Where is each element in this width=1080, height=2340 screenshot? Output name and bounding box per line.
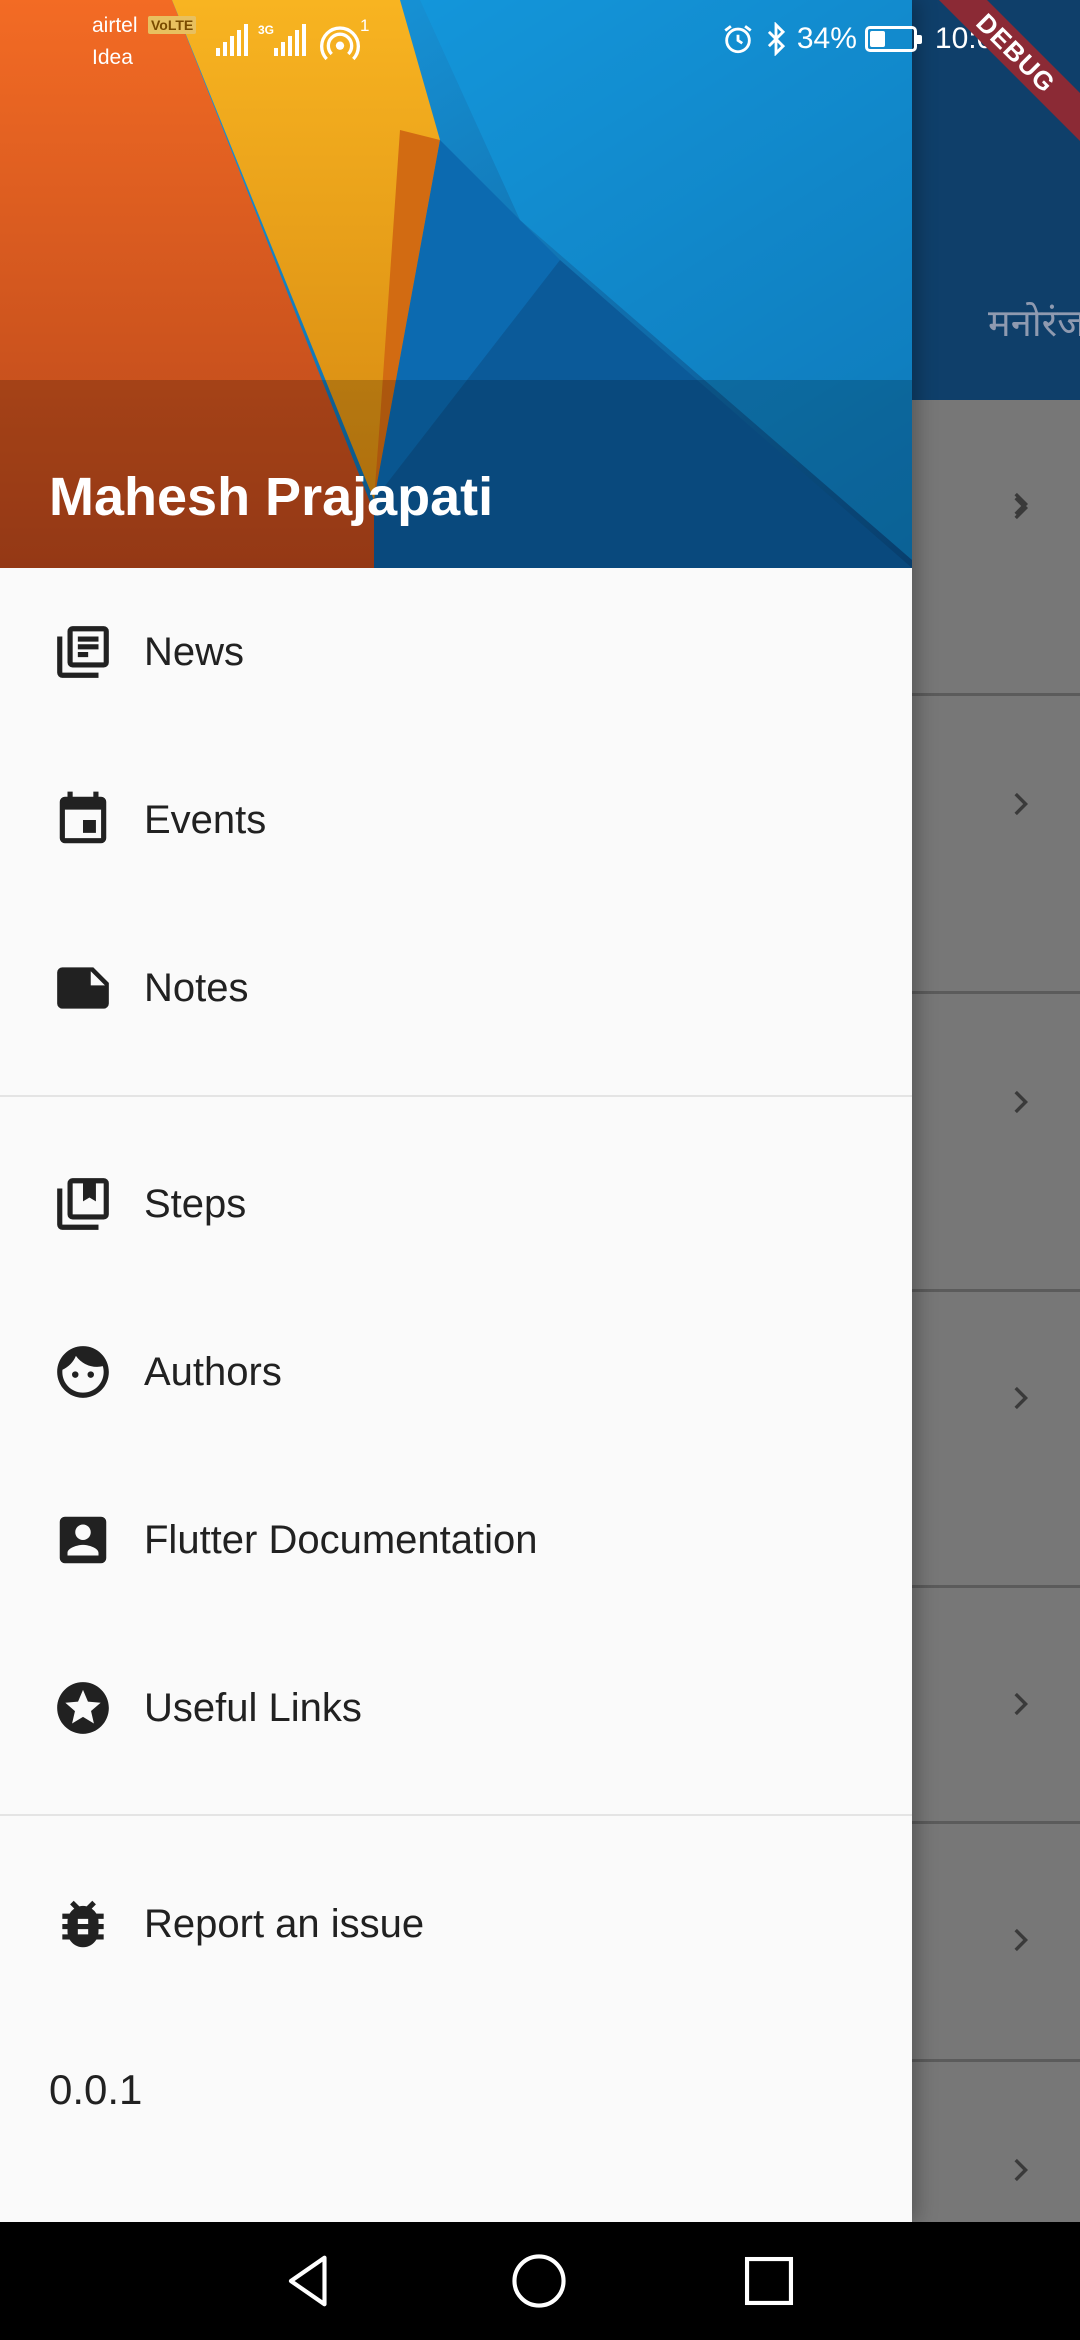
alarm-icon: [724, 25, 752, 54]
chevron-right-icon: [1014, 792, 1028, 816]
chevron-right-icon: [1014, 2158, 1028, 2182]
bluetooth-icon: [767, 22, 785, 56]
library-books-icon: [50, 1171, 116, 1237]
drawer-item-label: Notes: [144, 965, 249, 1010]
drawer-item-authors[interactable]: Authors: [0, 1288, 912, 1456]
status-bar: airtel VoLTE Idea 3G 1 34% 10:08: [0, 0, 1080, 84]
drawer-divider: [0, 1814, 912, 1816]
chevron-right-icon: [1014, 1928, 1028, 1952]
home-icon[interactable]: [508, 2250, 570, 2312]
chevron-right-icon: [1014, 1090, 1028, 1114]
drawer-item-steps[interactable]: Steps: [0, 1120, 912, 1288]
drawer-item-label: Events: [144, 797, 267, 842]
stars-icon: [50, 1675, 116, 1741]
chevron-right-icon: [1014, 1692, 1028, 1716]
drawer-item-label: Steps: [144, 1181, 247, 1226]
system-nav-bar: [0, 2222, 1080, 2340]
app-version: 0.0.1: [49, 2066, 143, 2113]
drawer-item-report-issue[interactable]: Report an issue: [0, 1840, 912, 2008]
drawer-item-label: Flutter Documentation: [144, 1517, 538, 1562]
navigation-drawer: Mahesh Prajapati News Events Notes Steps…: [0, 0, 912, 2222]
event-icon: [50, 787, 116, 853]
drawer-header: Mahesh Prajapati: [0, 0, 912, 568]
hotspot-icon: [320, 26, 360, 61]
network-type: 3G: [258, 23, 274, 37]
drawer-divider: [0, 1095, 912, 1097]
user-name: Mahesh Prajapati: [49, 467, 494, 527]
drawer-item-notes[interactable]: Notes: [0, 904, 912, 1072]
note-icon: [50, 955, 116, 1021]
drawer-item-news[interactable]: News: [0, 568, 912, 736]
background-app-title: मनोरंज: [988, 301, 1080, 345]
chevron-right-icon: [1014, 496, 1028, 520]
battery-level: [869, 31, 885, 47]
drawer-item-label: Authors: [144, 1349, 282, 1394]
face-icon: [50, 1339, 116, 1405]
bug-report-icon: [50, 1891, 116, 1957]
back-icon[interactable]: [278, 2250, 340, 2312]
chevron-right-icon: [1014, 1386, 1028, 1410]
carrier-secondary: Idea: [92, 46, 133, 69]
drawer-item-label: News: [144, 629, 245, 674]
carrier-primary: airtel: [92, 14, 138, 37]
drawer-item-useful-links[interactable]: Useful Links: [0, 1624, 912, 1792]
newspaper-icon: [50, 619, 116, 685]
drawer-item-flutter-documentation[interactable]: Flutter Documentation: [0, 1456, 912, 1624]
drawer-item-events[interactable]: Events: [0, 736, 912, 904]
drawer-item-label: Report an issue: [144, 1901, 425, 1946]
battery-icon: [864, 26, 922, 52]
battery-percent: 34%: [796, 22, 857, 55]
recents-icon[interactable]: [738, 2250, 800, 2312]
account-box-icon: [50, 1507, 116, 1573]
volte-badge: VoLTE: [148, 16, 197, 34]
drawer-item-label: Useful Links: [144, 1685, 362, 1730]
hotspot-count: 1: [360, 16, 370, 35]
